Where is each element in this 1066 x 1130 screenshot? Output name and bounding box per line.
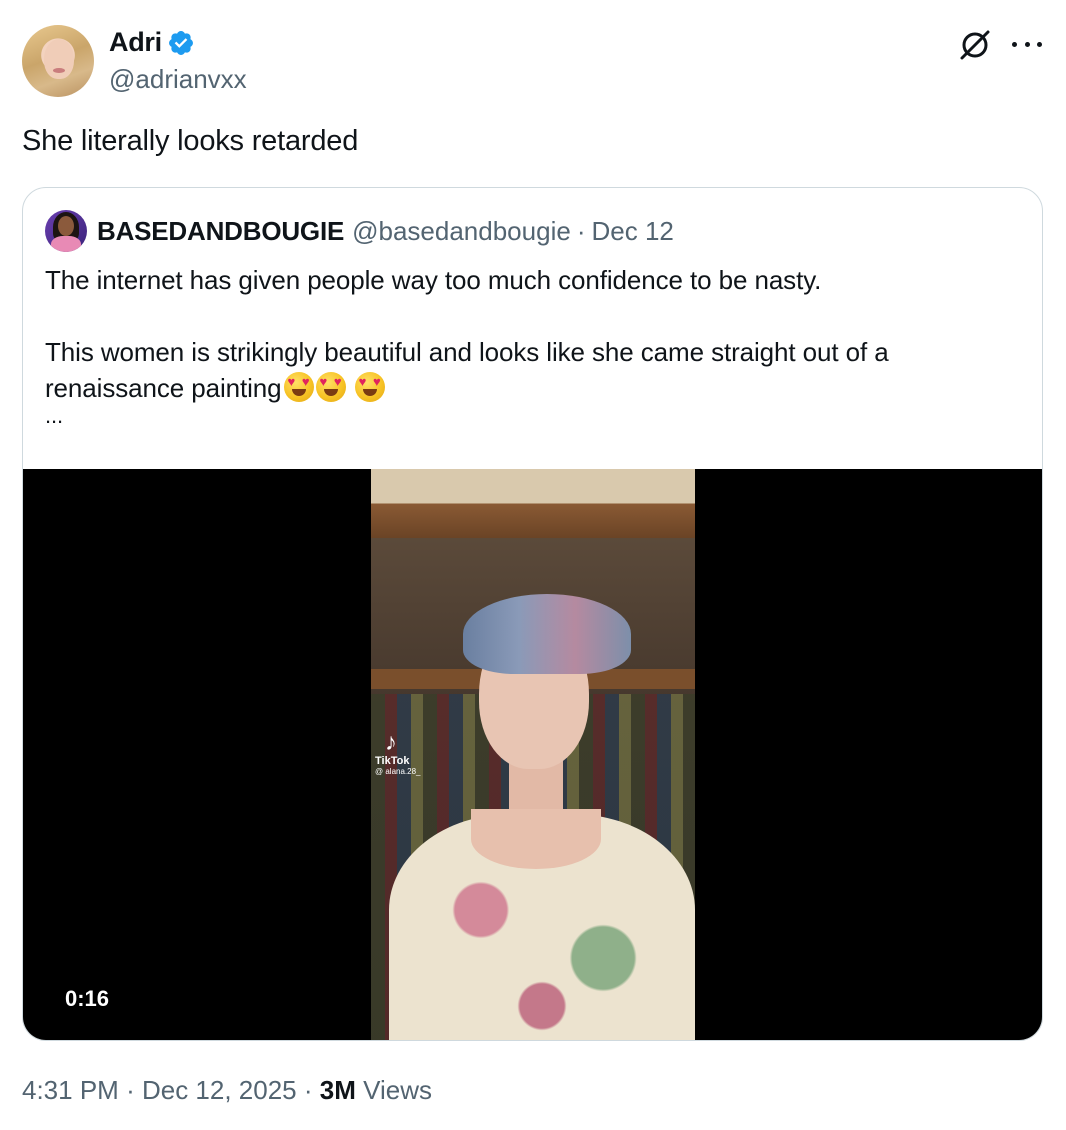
heart-eyes-emoji-icon [315, 372, 346, 402]
quoted-tweet-date[interactable]: Dec 12 [591, 216, 673, 247]
author-display-name[interactable]: Adri [109, 27, 162, 58]
author-avatar[interactable] [22, 25, 94, 97]
heart-eyes-emoji-icon [354, 372, 385, 402]
author-name-row[interactable]: Adri [109, 27, 195, 58]
meta-separator: · [126, 1075, 135, 1105]
heart-eyes-emoji-icon [283, 372, 314, 402]
more-dot [1024, 41, 1030, 47]
quoted-tweet-body: The internet has given people way too mu… [45, 262, 1020, 428]
more-options-icon[interactable] [1012, 32, 1042, 56]
video-player[interactable]: ♪ TikTok @ alana.28_ 0:16 [23, 469, 1042, 1040]
avatar-face [58, 216, 74, 236]
quoted-author-avatar[interactable] [45, 210, 87, 252]
quoted-tweet-card[interactable]: BASEDANDBOUGIE @basedandbougie · Dec 12 … [22, 187, 1043, 1041]
tiktok-user: @ alana.28_ [375, 767, 421, 776]
avatar-body [51, 236, 81, 252]
person-chest [471, 809, 601, 869]
quoted-author-handle[interactable]: @basedandbougie [352, 216, 571, 247]
avatar-face [44, 39, 74, 79]
truncation-ellipsis: ... [45, 403, 64, 428]
tweet-metadata: 4:31 PM · Dec 12, 2025 · 3M Views [22, 1075, 432, 1106]
quoted-tweet-header: BASEDANDBOUGIE @basedandbougie · Dec 12 [45, 210, 674, 252]
author-handle[interactable]: @adrianvxx [109, 64, 247, 95]
video-duration-badge: 0:16 [47, 981, 127, 1017]
tiktok-watermark: ♪ TikTok @ alana.28_ [375, 729, 421, 777]
avatar-lips [53, 68, 65, 73]
tweet-time[interactable]: 4:31 PM [22, 1075, 119, 1105]
tiktok-brand: TikTok [375, 755, 410, 767]
tweet-date[interactable]: Dec 12, 2025 [142, 1075, 297, 1105]
verified-badge-icon [168, 30, 193, 55]
more-dot [1037, 41, 1042, 47]
views-label: Views [363, 1075, 433, 1105]
quoted-author-name[interactable]: BASEDANDBOUGIE [97, 216, 344, 247]
headwrap [463, 594, 631, 674]
quoted-text-line-1: The internet has given people way too mu… [45, 265, 822, 295]
meta-separator: · [303, 1075, 313, 1105]
views-count: 3M [319, 1075, 356, 1105]
quoted-text-line-2-text: This women is strikingly beautiful and l… [45, 337, 889, 403]
quoted-text-line-2: This women is strikingly beautiful and l… [45, 334, 1020, 406]
tiktok-logo-icon: ♪ [385, 729, 397, 756]
more-dot [1012, 41, 1017, 47]
grok-icon[interactable] [958, 28, 992, 62]
tweet-text: She literally looks retarded [22, 125, 359, 157]
header-separator: · [576, 215, 586, 246]
